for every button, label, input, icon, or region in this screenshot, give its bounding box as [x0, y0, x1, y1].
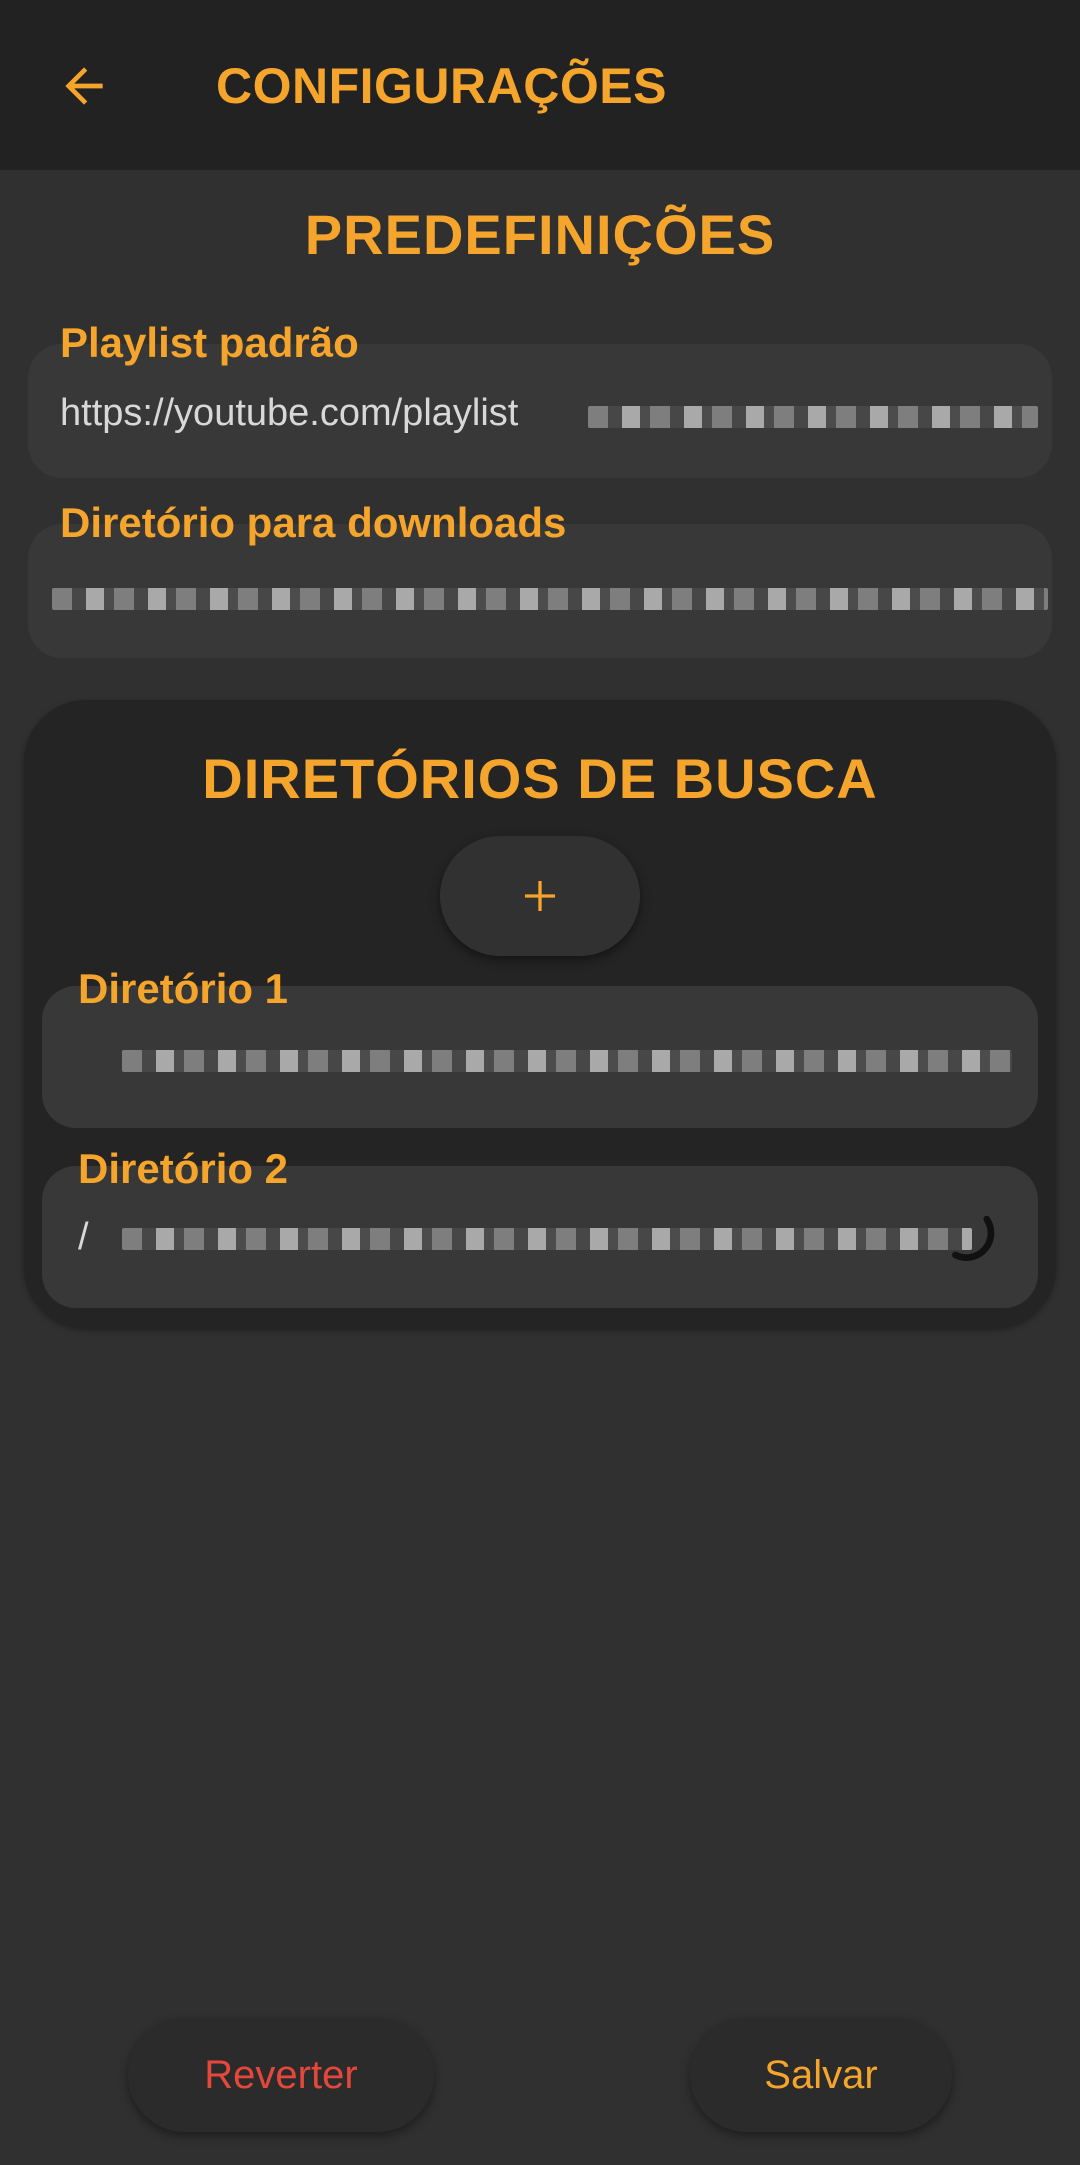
loading-spinner-icon	[952, 1215, 995, 1261]
directory-2-label: Diretório 2	[78, 1145, 289, 1192]
playlist-field-label: Playlist padrão	[60, 319, 359, 366]
directory-1-label: Diretório 1	[78, 965, 289, 1012]
back-button[interactable]	[44, 50, 124, 122]
presets-section-title: PREDEFINIÇÕES	[304, 203, 776, 266]
add-directory-button[interactable]	[440, 836, 640, 956]
arrow-left-icon	[65, 67, 103, 105]
plus-icon	[525, 881, 555, 911]
redacted-text	[122, 1228, 972, 1250]
redacted-text	[588, 406, 1038, 428]
save-button[interactable]: Salvar	[690, 2018, 952, 2132]
app-bar: CONFIGURAÇÕES	[0, 0, 1080, 170]
playlist-url-text: https://youtube.com/playlist	[60, 392, 519, 434]
redacted-text	[52, 588, 1048, 610]
redacted-text	[122, 1050, 1012, 1072]
revert-button[interactable]: Reverter	[128, 2018, 434, 2132]
search-dirs-section-title: DIRETÓRIOS DE BUSCA	[202, 747, 878, 810]
download-dir-field-label: Diretório para downloads	[60, 499, 567, 546]
page-title: CONFIGURAÇÕES	[216, 58, 667, 114]
